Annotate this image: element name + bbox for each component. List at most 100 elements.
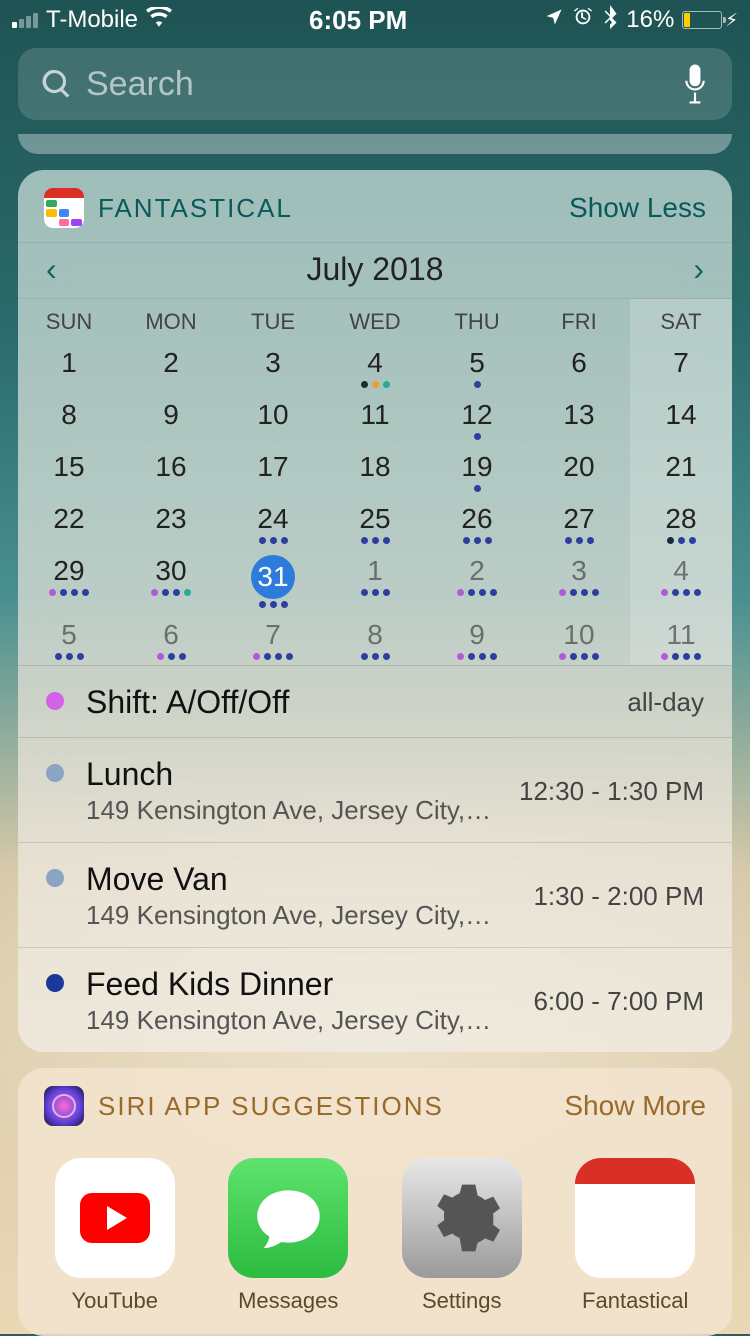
calendar-day[interactable]: 13 <box>528 393 630 445</box>
event-time: 1:30 - 2:00 PM <box>533 881 704 912</box>
event-title: Move Van <box>86 861 511 898</box>
event-row[interactable]: Shift: A/Off/Off all-day <box>18 666 732 738</box>
calendar-day[interactable]: 23 <box>120 497 222 549</box>
calendar-day[interactable]: 14 <box>630 393 732 445</box>
event-row[interactable]: Feed Kids Dinner149 Kensington Ave, Jers… <box>18 948 732 1052</box>
search-icon <box>42 69 72 99</box>
calendar-day[interactable]: 9 <box>426 613 528 665</box>
calendar-day[interactable]: 10 <box>528 613 630 665</box>
calendar-day[interactable]: 6 <box>120 613 222 665</box>
youtube-icon <box>55 1158 175 1278</box>
calendar-day[interactable]: 6 <box>528 341 630 393</box>
calendar-day[interactable]: 5 <box>426 341 528 393</box>
calendar-day[interactable]: 30 <box>120 549 222 613</box>
location-icon <box>544 6 564 34</box>
event-location: 149 Kensington Ave, Jersey City,… <box>86 900 511 931</box>
wifi-icon <box>146 7 172 33</box>
calendar-day[interactable]: 16 <box>120 445 222 497</box>
calendar-day[interactable]: 3 <box>222 341 324 393</box>
calendar-day[interactable]: 27 <box>528 497 630 549</box>
app-suggestion-youtube[interactable]: YouTube <box>55 1158 175 1314</box>
calendar-grid: SUNMONTUEWEDTHUFRISAT1234567891011121314… <box>18 298 732 665</box>
calendar-day[interactable]: 4 <box>324 341 426 393</box>
calendar-day[interactable]: 29 <box>18 549 120 613</box>
calendar-day[interactable]: 2 <box>120 341 222 393</box>
calendar-day[interactable]: 2 <box>426 549 528 613</box>
signal-icon <box>12 13 38 28</box>
weekday-header: THU <box>426 299 528 341</box>
calendar-day[interactable]: 19 <box>426 445 528 497</box>
carrier-label: T-Mobile <box>46 6 138 34</box>
event-time: 12:30 - 1:30 PM <box>519 776 704 807</box>
app-suggestion-fantastical[interactable]: Fantastical <box>575 1158 695 1314</box>
messages-icon <box>228 1158 348 1278</box>
battery-icon <box>682 11 722 29</box>
event-title: Lunch <box>86 756 497 793</box>
event-row[interactable]: Lunch149 Kensington Ave, Jersey City,…12… <box>18 738 732 843</box>
calendar-day[interactable]: 1 <box>324 549 426 613</box>
status-time: 6:05 PM <box>309 5 407 36</box>
calendar-day[interactable]: 28 <box>630 497 732 549</box>
search-placeholder: Search <box>86 65 682 104</box>
widget-title: FANTASTICAL <box>98 193 555 224</box>
calendar-day[interactable]: 11 <box>630 613 732 665</box>
weekday-header: SAT <box>630 299 732 341</box>
calendar-day[interactable]: 7 <box>222 613 324 665</box>
app-suggestion-messages[interactable]: Messages <box>228 1158 348 1314</box>
calendar-day[interactable]: 20 <box>528 445 630 497</box>
event-title: Feed Kids Dinner <box>86 966 511 1003</box>
mic-icon[interactable] <box>682 64 708 104</box>
app-suggestion-settings[interactable]: Settings <box>402 1158 522 1314</box>
siri-icon <box>44 1086 84 1126</box>
calendar-day[interactable]: 1 <box>18 341 120 393</box>
event-location: 149 Kensington Ave, Jersey City,… <box>86 1005 511 1036</box>
calendar-day[interactable]: 9 <box>120 393 222 445</box>
calendar-day[interactable]: 8 <box>324 613 426 665</box>
calendar-day[interactable]: 22 <box>18 497 120 549</box>
event-time: all-day <box>627 687 704 718</box>
calendar-day[interactable]: 3 <box>528 549 630 613</box>
calendar-day[interactable]: 10 <box>222 393 324 445</box>
event-color-dot <box>46 974 64 992</box>
alarm-icon <box>572 6 594 35</box>
event-list: Shift: A/Off/Offall-dayLunch149 Kensingt… <box>18 665 732 1052</box>
event-row[interactable]: Move Van149 Kensington Ave, Jersey City,… <box>18 843 732 948</box>
calendar-day[interactable]: 18 <box>324 445 426 497</box>
prev-month-button[interactable]: ‹ <box>46 251 57 288</box>
calendar-day[interactable]: 11 <box>324 393 426 445</box>
show-less-button[interactable]: Show Less <box>569 192 706 224</box>
fantastical-widget: FANTASTICAL Show Less ‹ July 2018 › SUNM… <box>18 170 732 1052</box>
calendar-day[interactable]: 26 <box>426 497 528 549</box>
calendar-day[interactable]: 12 <box>426 393 528 445</box>
settings-icon <box>402 1158 522 1278</box>
weekday-header: FRI <box>528 299 630 341</box>
event-color-dot <box>46 764 64 782</box>
calendar-day[interactable]: 4 <box>630 549 732 613</box>
calendar-day[interactable]: 25 <box>324 497 426 549</box>
calendar-day[interactable]: 15 <box>18 445 120 497</box>
charging-icon: ⚡︎ <box>725 10 738 31</box>
calendar-day[interactable]: 21 <box>630 445 732 497</box>
next-month-button[interactable]: › <box>693 251 704 288</box>
weekday-header: SUN <box>18 299 120 341</box>
calendar-day[interactable]: 7 <box>630 341 732 393</box>
widget-title: SIRI APP SUGGESTIONS <box>98 1091 550 1122</box>
calendar-day[interactable]: 8 <box>18 393 120 445</box>
weekday-header: TUE <box>222 299 324 341</box>
show-more-button[interactable]: Show More <box>564 1090 706 1122</box>
calendar-day[interactable]: 24 <box>222 497 324 549</box>
calendar-day[interactable]: 5 <box>18 613 120 665</box>
calendar-day[interactable]: 31 <box>222 549 324 613</box>
siri-suggestions-widget: SIRI APP SUGGESTIONS Show More YouTube M… <box>18 1068 732 1336</box>
event-color-dot <box>46 692 64 710</box>
weekday-header: MON <box>120 299 222 341</box>
search-bar[interactable]: Search <box>18 48 732 120</box>
event-title: Shift: A/Off/Off <box>86 684 605 721</box>
calendar-day[interactable]: 17 <box>222 445 324 497</box>
weekday-header: WED <box>324 299 426 341</box>
battery-pct: 16% <box>626 6 674 34</box>
event-color-dot <box>46 869 64 887</box>
status-bar: T-Mobile 6:05 PM 16% ⚡︎ <box>0 0 750 40</box>
previous-widget-peek <box>18 134 732 154</box>
bluetooth-icon <box>602 5 618 36</box>
